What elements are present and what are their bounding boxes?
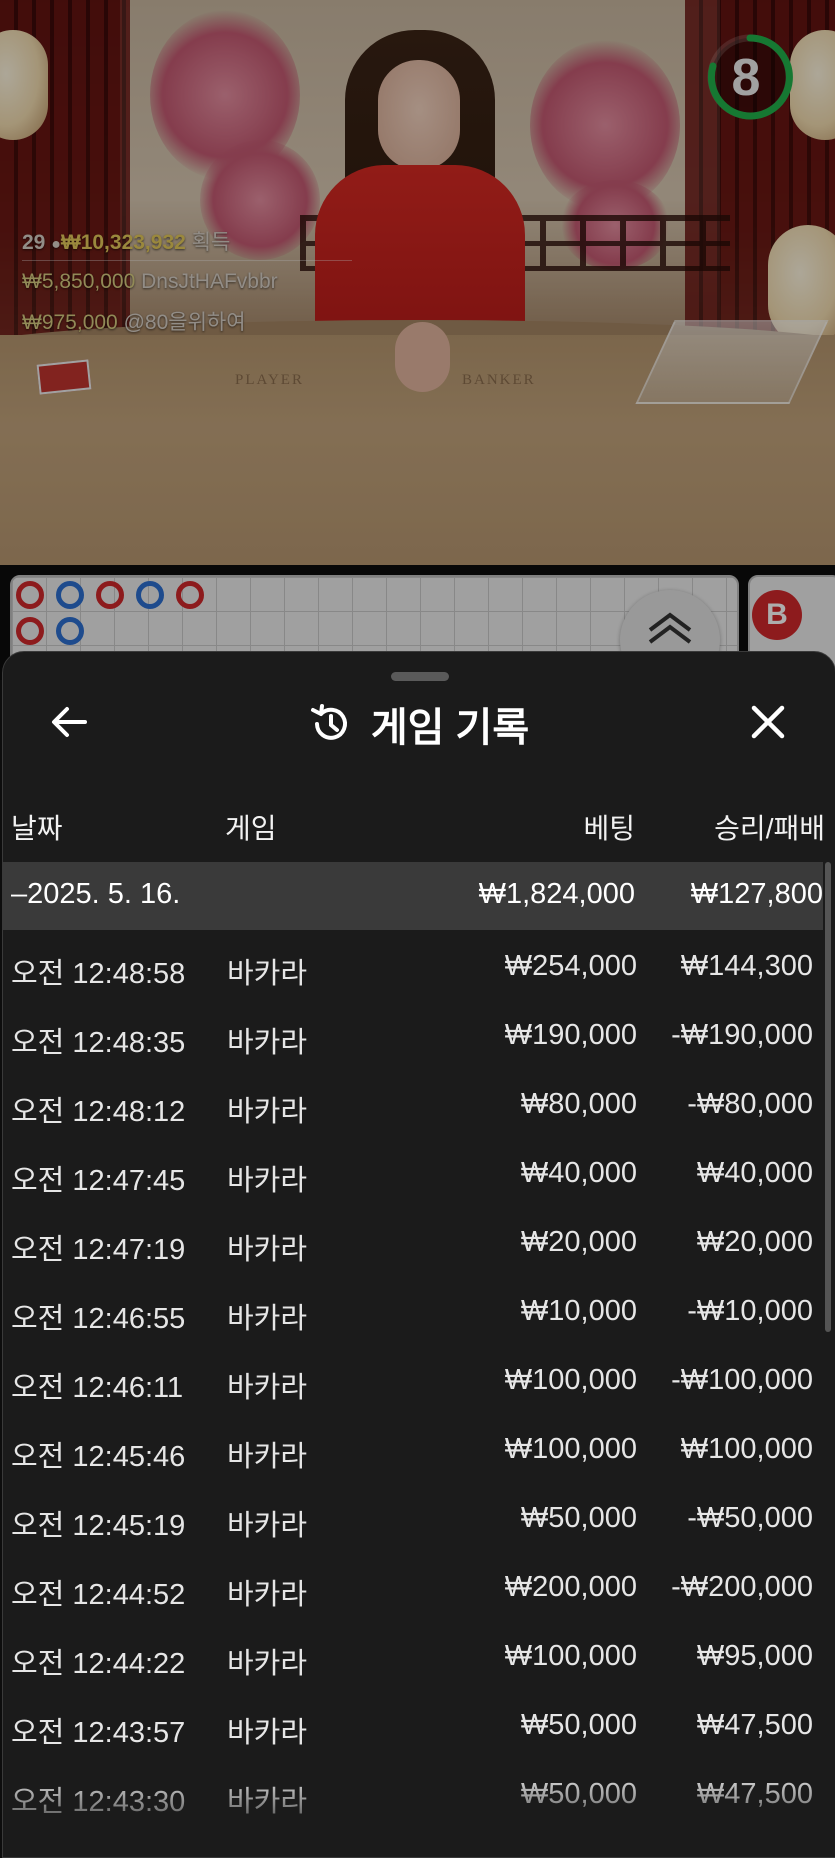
row-time: 오전 12:46:55 xyxy=(11,1303,186,1335)
scrollbar[interactable] xyxy=(825,862,831,1332)
drag-handle[interactable] xyxy=(391,672,449,681)
panel-title: 게임 기록 xyxy=(370,706,530,750)
column-header-date: 날짜 xyxy=(11,813,63,844)
row-time: 오전 12:48:12 xyxy=(11,1096,186,1128)
row-result-amount: ₩100,000 xyxy=(680,1433,813,1465)
dim-overlay[interactable] xyxy=(0,0,835,680)
row-result-amount: -₩190,000 xyxy=(671,1019,813,1051)
panel-header: 게임 기록 xyxy=(3,694,835,754)
history-row[interactable]: 오전 12:47:19 바카라 ₩20,000 ₩20,000 xyxy=(3,1226,823,1286)
row-game-name: 바카라 xyxy=(227,1096,308,1128)
row-game-name: 바카라 xyxy=(227,1510,308,1542)
row-result-amount: -₩80,000 xyxy=(687,1088,813,1120)
date-group-header[interactable]: –2025. 5. 16. ₩1,824,000 ₩127,800 xyxy=(3,862,823,930)
row-time: 오전 12:46:11 xyxy=(11,1372,184,1404)
row-result-amount: ₩20,000 xyxy=(696,1226,813,1258)
list-fade xyxy=(3,1772,835,1857)
group-result-total: ₩127,800 xyxy=(690,878,823,910)
row-bet-amount: ₩100,000 xyxy=(504,1433,637,1465)
column-header-game: 게임 xyxy=(225,813,277,844)
close-button[interactable] xyxy=(743,697,793,747)
row-time: 오전 12:43:57 xyxy=(11,1717,186,1749)
row-time: 오전 12:45:19 xyxy=(11,1510,186,1542)
history-row[interactable]: 오전 12:46:55 바카라 ₩10,000 -₩10,000 xyxy=(3,1295,823,1355)
row-result-amount: ₩95,000 xyxy=(696,1640,813,1672)
history-row[interactable]: 오전 12:45:19 바카라 ₩50,000 -₩50,000 xyxy=(3,1502,823,1562)
row-time: 오전 12:44:52 xyxy=(11,1579,186,1611)
game-history-panel: 게임 기록 날짜 게임 베팅 승리/패배 –2025. 5. 16. ₩1,82… xyxy=(2,651,835,1858)
row-game-name: 바카라 xyxy=(227,1303,308,1335)
group-date: –2025. 5. 16. xyxy=(11,878,181,910)
row-bet-amount: ₩40,000 xyxy=(520,1157,637,1189)
history-icon xyxy=(310,704,347,740)
column-header-bet: 베팅 xyxy=(583,813,635,844)
row-game-name: 바카라 xyxy=(227,1165,308,1197)
history-row[interactable]: 오전 12:46:11 바카라 ₩100,000 -₩100,000 xyxy=(3,1364,823,1424)
history-row[interactable]: 오전 12:48:58 바카라 ₩254,000 ₩144,300 xyxy=(3,950,823,1010)
history-row[interactable]: 오전 12:48:35 바카라 ₩190,000 -₩190,000 xyxy=(3,1019,823,1079)
column-header-result: 승리/패배 xyxy=(714,813,825,844)
history-row[interactable]: 오전 12:43:57 바카라 ₩50,000 ₩47,500 xyxy=(3,1709,823,1769)
history-row[interactable]: 오전 12:44:52 바카라 ₩200,000 -₩200,000 xyxy=(3,1571,823,1631)
row-time: 오전 12:48:58 xyxy=(11,958,186,990)
history-row[interactable]: 오전 12:45:46 바카라 ₩100,000 ₩100,000 xyxy=(3,1433,823,1493)
row-bet-amount: ₩20,000 xyxy=(520,1226,637,1258)
row-time: 오전 12:45:46 xyxy=(11,1441,186,1473)
row-game-name: 바카라 xyxy=(227,1717,308,1749)
history-row[interactable]: 오전 12:48:12 바카라 ₩80,000 -₩80,000 xyxy=(3,1088,823,1148)
row-time: 오전 12:44:22 xyxy=(11,1648,186,1680)
row-result-amount: ₩144,300 xyxy=(680,950,813,982)
row-bet-amount: ₩200,000 xyxy=(504,1571,637,1603)
row-bet-amount: ₩100,000 xyxy=(504,1364,637,1396)
row-game-name: 바카라 xyxy=(227,1648,308,1680)
row-bet-amount: ₩190,000 xyxy=(504,1019,637,1051)
history-row[interactable]: 오전 12:47:45 바카라 ₩40,000 ₩40,000 xyxy=(3,1157,823,1217)
row-result-amount: -₩200,000 xyxy=(671,1571,813,1603)
row-game-name: 바카라 xyxy=(227,1027,308,1059)
row-bet-amount: ₩50,000 xyxy=(520,1709,637,1741)
row-bet-amount: ₩50,000 xyxy=(520,1502,637,1534)
group-bet-total: ₩1,824,000 xyxy=(478,878,635,910)
history-row[interactable]: 오전 12:44:22 바카라 ₩100,000 ₩95,000 xyxy=(3,1640,823,1700)
row-result-amount: -₩50,000 xyxy=(687,1502,813,1534)
row-bet-amount: ₩100,000 xyxy=(504,1640,637,1672)
row-game-name: 바카라 xyxy=(227,958,308,990)
row-bet-amount: ₩254,000 xyxy=(504,950,637,982)
row-time: 오전 12:47:45 xyxy=(11,1165,186,1197)
close-icon xyxy=(751,705,785,739)
row-game-name: 바카라 xyxy=(227,1579,308,1611)
row-bet-amount: ₩10,000 xyxy=(520,1295,637,1327)
row-game-name: 바카라 xyxy=(227,1234,308,1266)
row-time: 오전 12:47:19 xyxy=(11,1234,186,1266)
row-bet-amount: ₩80,000 xyxy=(520,1088,637,1120)
row-game-name: 바카라 xyxy=(227,1441,308,1473)
row-result-amount: -₩100,000 xyxy=(671,1364,813,1396)
row-result-amount: -₩10,000 xyxy=(687,1295,813,1327)
row-result-amount: ₩40,000 xyxy=(696,1157,813,1189)
row-result-amount: ₩47,500 xyxy=(696,1709,813,1741)
row-time: 오전 12:48:35 xyxy=(11,1027,186,1059)
row-game-name: 바카라 xyxy=(227,1372,308,1404)
